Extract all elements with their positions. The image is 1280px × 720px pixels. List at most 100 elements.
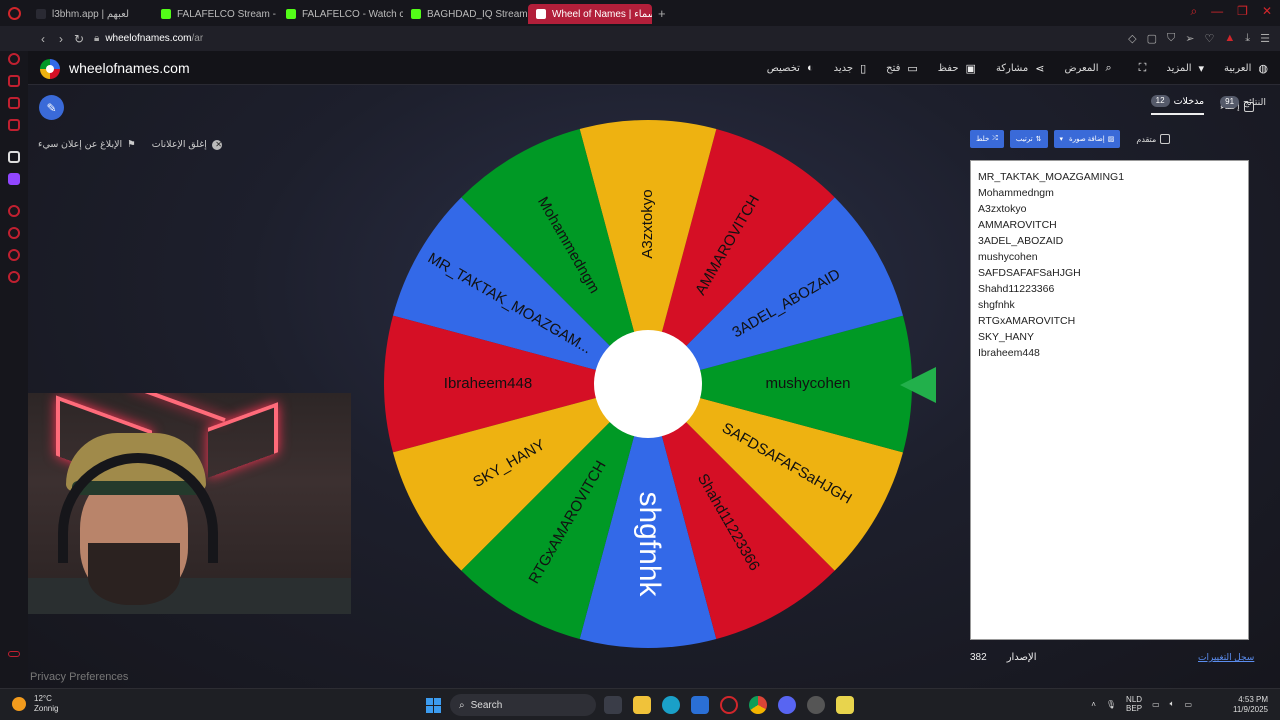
site-title[interactable]: wheelofnames.com [69,60,190,76]
close-window-button[interactable]: ✕ [1262,4,1272,19]
advanced-checkbox[interactable] [1160,134,1171,144]
opera-logo-icon[interactable] [0,0,28,26]
wheel-hub[interactable] [594,330,702,438]
tab-results[interactable]: النتائج 91 [1220,96,1266,114]
tab-entries[interactable]: مدخلات 12 [1150,95,1205,115]
discord-icon[interactable] [778,696,796,714]
menu-item[interactable]: ▾ المزيد [1166,62,1204,75]
tab-favicon-icon [161,9,171,19]
bookmark-icon[interactable]: ◇ [1128,32,1136,45]
menu-item[interactable]: ⛶ [1132,62,1147,75]
battery-icon[interactable]: ▭ [1184,700,1192,709]
easy-setup-icon[interactable]: ☰ [1260,32,1270,45]
menu-item-label: المعرض [1064,62,1099,74]
messenger-icon[interactable] [8,119,20,131]
volume-icon[interactable]: 🔈︎ [1170,699,1175,709]
palette-icon: ◐ [806,62,814,74]
shuffle-button[interactable]: ⤮ خلط [970,130,1004,148]
gx-control-icon[interactable] [8,75,20,87]
report-ad-link[interactable]: ⚑ الإبلاغ عن إعلان سيء [38,139,136,150]
reload-button[interactable]: ↻ [70,32,88,46]
edge-icon[interactable] [662,696,680,714]
player-icon[interactable] [8,205,20,217]
name-wheel[interactable]: shgfnhk Shahd11223366SAFDSAFAFSaHJGHmushy… [383,119,913,649]
weather-widget[interactable]: 12°C Zonnig [12,694,58,714]
network-icon[interactable]: ▭ [1152,700,1160,709]
twitch-tracker-icon[interactable] [8,97,20,109]
browser-tab[interactable]: FALAFELCO Stream - Wa [153,4,278,24]
file-explorer-icon[interactable] [633,696,651,714]
kick-icon[interactable] [8,151,20,163]
settings-icon[interactable] [8,271,20,283]
privacy-preferences-link[interactable]: Privacy Preferences [30,671,128,683]
sun-icon [12,697,26,711]
tab-favicon-icon [411,9,421,19]
whatsapp-icon[interactable] [8,249,20,261]
globe-icon: ◍ [1258,62,1268,75]
changelog-link[interactable]: سجل التغييرات [1198,652,1254,663]
shield-icon[interactable]: ⛉ [1167,32,1175,45]
send-icon[interactable]: ➢ [1185,32,1194,45]
new-tab-button[interactable]: + [652,6,672,21]
entry-line: shgfnhk [978,299,1015,311]
entries-textarea[interactable]: MR_TAKTAK_MOAZGAMING1 Mohammedngm A3zxtoky… [970,160,1249,640]
language-indicator[interactable]: NLD BEP [1126,695,1142,713]
entries-toolbar: ⤮ خلط ⇅ ترتيب ▨ إضافة صورة ▾ متقدم [970,130,1171,148]
sort-button[interactable]: ⇅ ترتيب [1009,130,1048,148]
notepad-icon[interactable] [836,696,854,714]
download-icon[interactable]: ⤓ [1245,32,1250,45]
chrome-icon[interactable] [749,696,767,714]
task-view-icon[interactable] [604,696,622,714]
menu-item-label: فتح [886,62,901,74]
windows-start-icon[interactable] [426,698,441,713]
wheel-pointer-icon [900,367,936,403]
snapshot-icon[interactable]: ▢ [1147,32,1157,45]
browser-tab[interactable]: FALAFELCO - Watch clip [278,4,403,24]
menu-item-label: تخصيص [766,62,800,74]
browser-tab[interactable]: l3bhm.app | لعبهم [28,4,153,24]
advanced-toggle[interactable]: متقدم [1136,134,1171,144]
opera-gx-icon[interactable] [720,696,738,714]
menu-item[interactable]: ▯ جديد [834,62,867,75]
url-field[interactable]: 🔒︎ wheelofnames.com/ar [94,33,203,44]
tab-favicon-icon [286,9,296,19]
menu-item-label: مشاركة [995,62,1029,74]
wheel-segment-label: A3zxtokyo [639,189,656,258]
menu-item[interactable]: ◍ العربية [1224,62,1268,75]
browser-tab[interactable]: Wheel of Names | عجلة الأسماء [528,4,652,24]
entry-line: 3ADEL_ABOZAID [978,235,1064,247]
steam-icon[interactable] [807,696,825,714]
menu-item[interactable]: ◐ تخصيص [767,62,814,74]
menu-item[interactable]: ▭ فتح [886,62,918,75]
close-ads-link[interactable]: ✕ إغلق الإعلانات [152,139,222,150]
entry-line: SKY_HANY [978,331,1035,343]
gx-corner-icon[interactable] [8,651,20,657]
aria-icon[interactable] [8,53,20,65]
forward-button[interactable]: › [52,32,70,46]
menu-item[interactable]: ⌕ المعرض [1064,62,1111,75]
wheel-segment-label: Ibraheem448 [444,375,532,392]
history-icon[interactable] [8,227,20,239]
search-tabs-icon[interactable]: ⌕ [1190,4,1197,19]
tab-label: Wheel of Names | عجلة الأسماء [552,8,652,20]
taskbar-search[interactable]: ⌕ Search [450,694,596,716]
heart-icon[interactable]: ♡ [1204,32,1214,45]
store-icon[interactable] [691,696,709,714]
menu-item[interactable]: ▣ حفظ [938,62,976,75]
maximize-button[interactable]: ❐ [1237,4,1248,19]
image-icon: ▨ [1107,136,1115,143]
back-button[interactable]: ‹ [34,32,52,46]
wallet-icon[interactable]: ▲ [1224,32,1235,45]
menu-item[interactable]: ⋖ مشاركة [996,62,1045,75]
twitch-icon[interactable] [8,173,20,185]
chevron-up-icon[interactable]: ˄ [1091,700,1096,709]
add-image-button[interactable]: ▨ إضافة صورة ▾ [1053,130,1121,148]
edit-pencil-button[interactable]: ✎ [39,95,64,120]
minimize-button[interactable]: — [1211,4,1223,19]
wheel-logo-icon[interactable] [40,59,60,79]
tab-favicon-icon [36,9,46,19]
microphone-icon[interactable]: 🎙︎ [1106,700,1116,709]
taskbar-clock[interactable]: 4:53 PM 11/9/2025 [1233,695,1268,715]
browser-tab[interactable]: BAGHDAD_IQ Stream - W [403,4,528,24]
entry-line: SAFDSAFAFSaHJGH [978,267,1081,279]
